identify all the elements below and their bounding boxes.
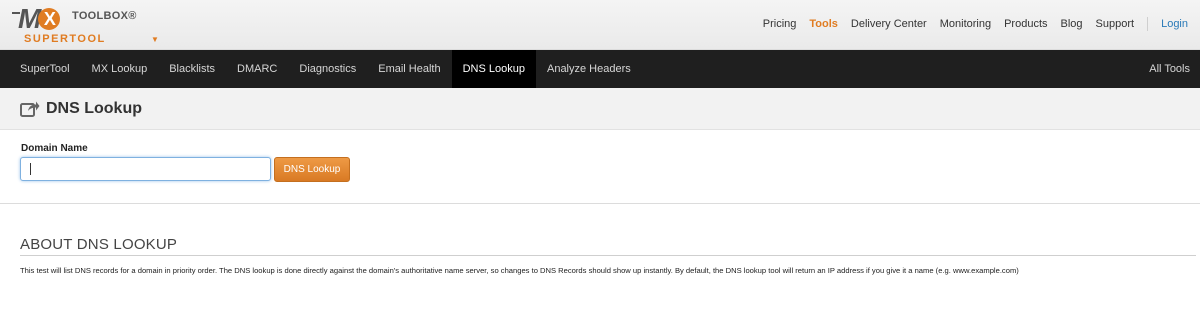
logo-x-badge: X xyxy=(38,8,61,30)
page-title-bar: DNS Lookup xyxy=(0,88,1200,130)
login-link[interactable]: Login xyxy=(1161,18,1188,30)
share-icon xyxy=(20,101,40,117)
nav-divider xyxy=(1147,17,1149,31)
domain-name-label: Domain Name xyxy=(21,143,88,154)
tab-diagnostics[interactable]: Diagnostics xyxy=(288,50,367,88)
tab-supertool[interactable]: SuperTool xyxy=(9,50,81,88)
tab-dns-lookup[interactable]: DNS Lookup xyxy=(451,50,536,88)
tools-navigation: SuperTool MX Lookup Blacklists DMARC Dia… xyxy=(0,50,1200,88)
about-heading: ABOUT DNS LOOKUP xyxy=(20,236,178,253)
dns-lookup-button[interactable]: DNS Lookup xyxy=(274,157,350,182)
nav-blog[interactable]: Blog xyxy=(1061,18,1083,30)
nav-support[interactable]: Support xyxy=(1096,18,1135,30)
caret-down-icon[interactable]: ▼ xyxy=(151,35,159,44)
mxtoolbox-logo[interactable]: MX TOOLBOX® SUPERTOOL ▼ xyxy=(12,2,162,48)
about-divider xyxy=(20,255,1196,256)
top-navigation: Pricing Tools Delivery Center Monitoring… xyxy=(750,17,1188,31)
logo-toolbox-text: TOOLBOX® xyxy=(72,10,137,22)
tab-email-health[interactable]: Email Health xyxy=(367,50,451,88)
logo-supertool-text: SUPERTOOL xyxy=(24,33,106,45)
text-cursor xyxy=(30,163,31,175)
lookup-form: Domain Name DNS Lookup xyxy=(0,130,1200,204)
nav-pricing[interactable]: Pricing xyxy=(763,18,797,30)
nav-monitoring[interactable]: Monitoring xyxy=(940,18,991,30)
page-title: DNS Lookup xyxy=(46,99,142,117)
nav-products[interactable]: Products xyxy=(1004,18,1047,30)
about-description: This test will list DNS records for a do… xyxy=(20,266,1019,275)
tab-mx-lookup[interactable]: MX Lookup xyxy=(81,50,159,88)
tab-analyze-headers[interactable]: Analyze Headers xyxy=(536,50,642,88)
tab-blacklists[interactable]: Blacklists xyxy=(158,50,226,88)
domain-name-input[interactable] xyxy=(20,157,271,181)
nav-delivery-center[interactable]: Delivery Center xyxy=(851,18,927,30)
logo-mx-mark: MX xyxy=(18,3,61,35)
logo-m-letter: M xyxy=(18,3,41,34)
all-tools-link[interactable]: All Tools xyxy=(1149,50,1190,88)
nav-tools[interactable]: Tools xyxy=(809,18,838,30)
tab-dmarc[interactable]: DMARC xyxy=(226,50,288,88)
site-header: MX TOOLBOX® SUPERTOOL ▼ Pricing Tools De… xyxy=(0,0,1200,50)
